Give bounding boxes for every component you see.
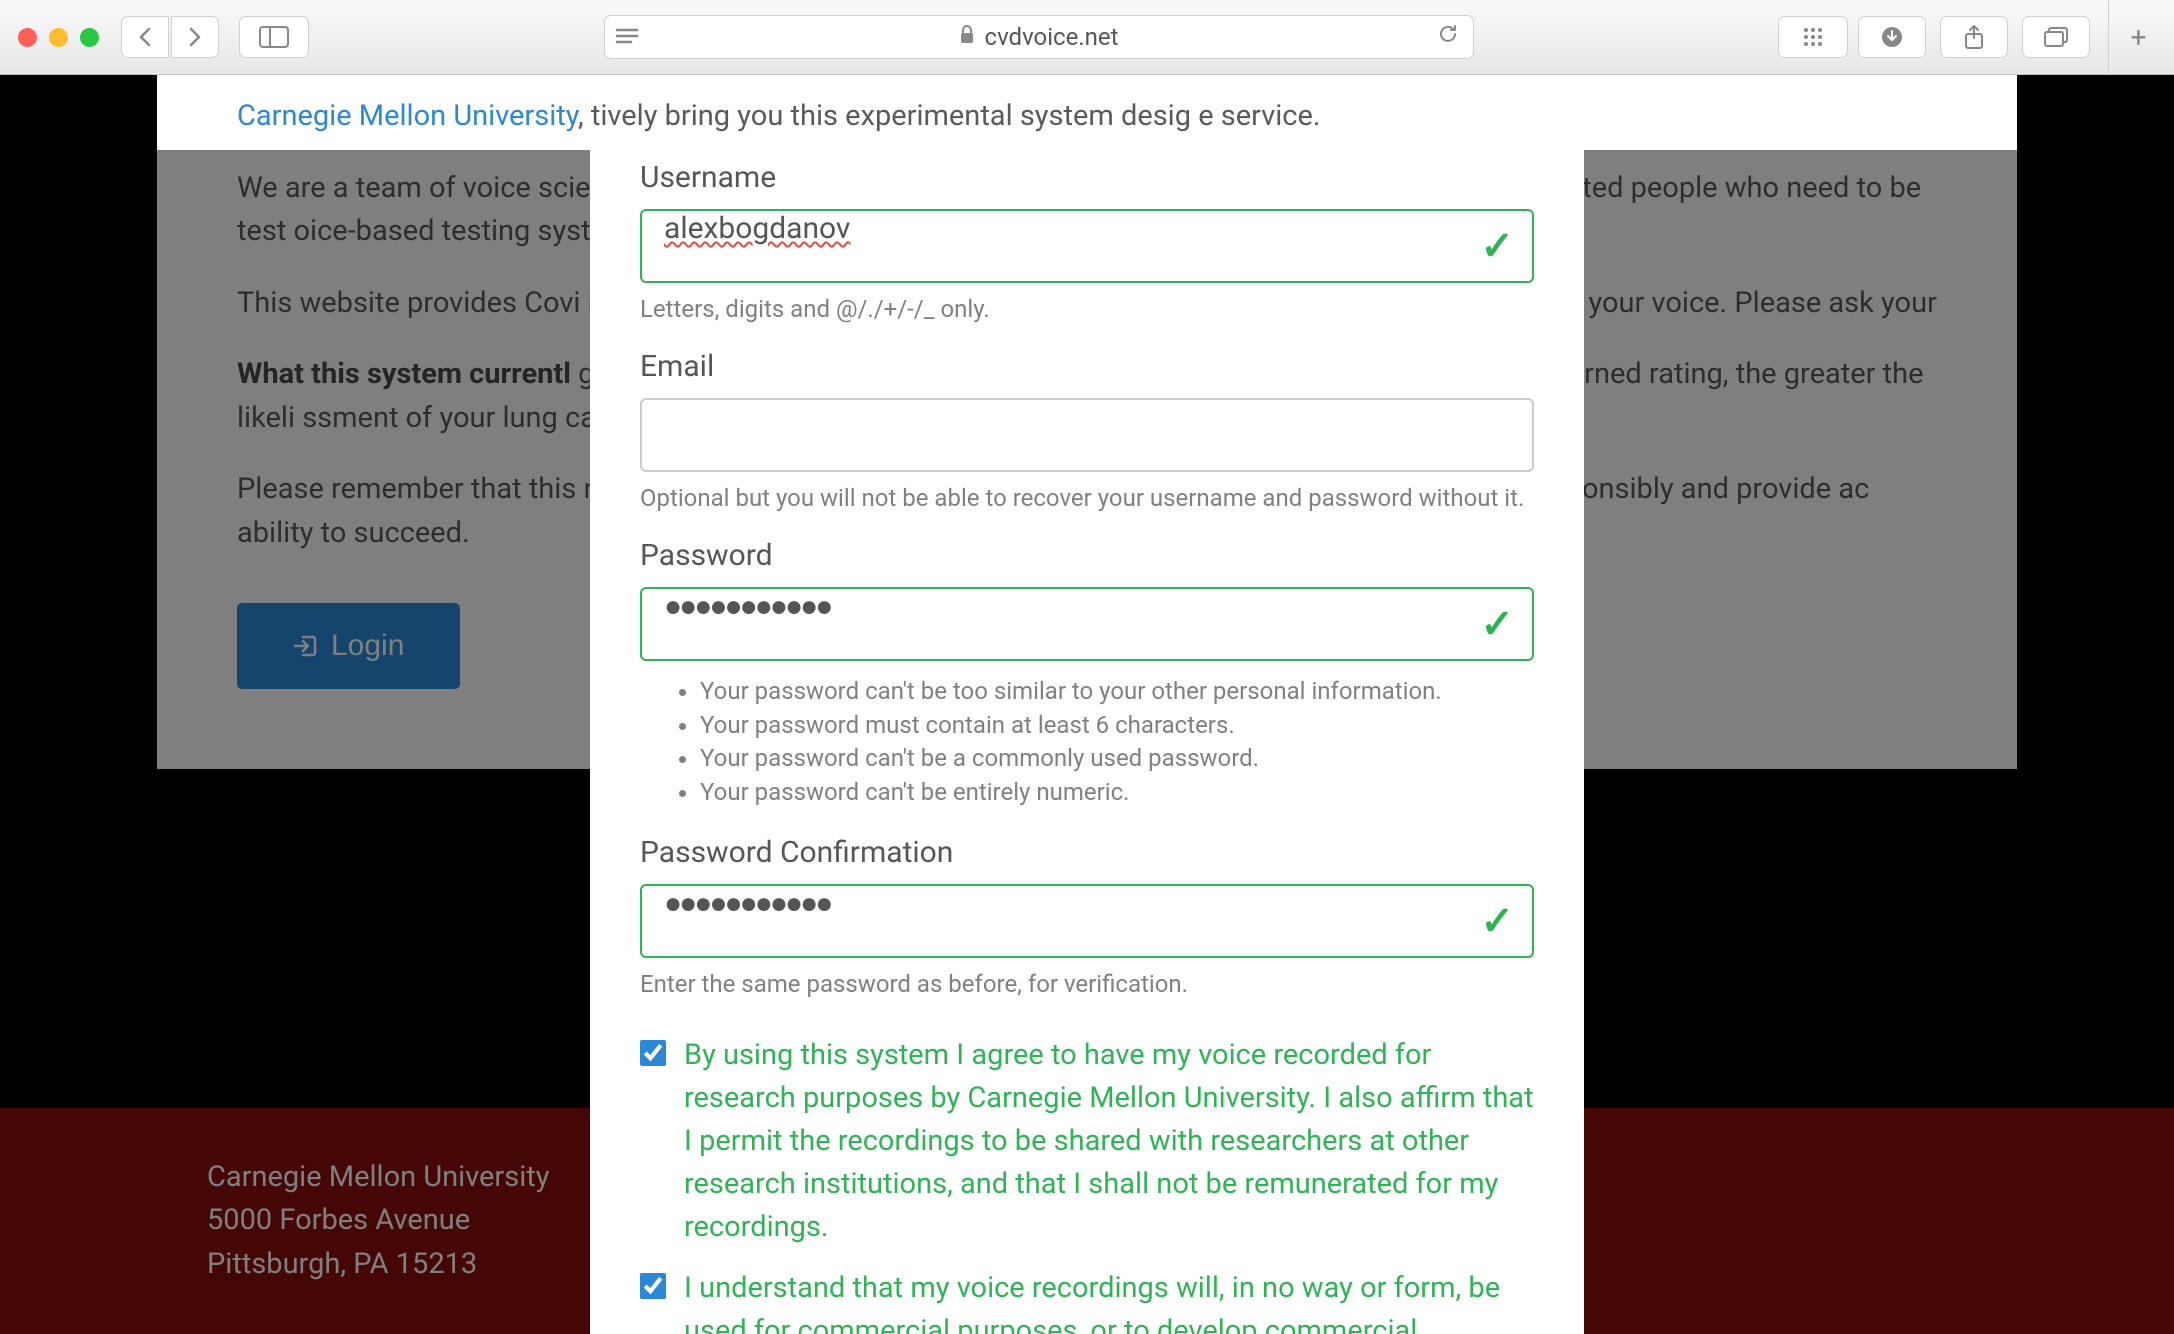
signup-modal: Username alexbogdanov ✓ Letters, digits … <box>590 150 1584 1334</box>
consent-checkbox-2[interactable] <box>640 1273 666 1299</box>
consent-checkbox-1[interactable] <box>640 1040 666 1066</box>
page-viewport: Carnegie Mellon University, tively bring… <box>0 75 2174 1334</box>
password-confirm-label: Password Confirmation <box>640 835 1534 870</box>
address-bar[interactable]: cvdvoice.net <box>604 15 1474 59</box>
email-help: Optional but you will not be able to rec… <box>640 484 1534 512</box>
right-toolbar-group <box>1858 16 2090 58</box>
modal-overlay[interactable]: Username alexbogdanov ✓ Letters, digits … <box>0 150 2174 1334</box>
top-sites-button[interactable] <box>1778 16 1848 58</box>
password-label: Password <box>640 538 1534 573</box>
reload-button[interactable] <box>1437 23 1459 51</box>
grid-icon <box>1802 26 1824 48</box>
consent-text-2: I understand that my voice recordings wi… <box>684 1267 1534 1334</box>
sidebar-toggle-button[interactable] <box>239 16 309 58</box>
password-confirm-input[interactable]: ●●●●●●●●●●● <box>640 884 1534 958</box>
username-input[interactable]: alexbogdanov <box>640 209 1534 283</box>
tabs-button[interactable] <box>2022 16 2090 58</box>
consent-text-1: By using this system I agree to have my … <box>684 1034 1534 1249</box>
reader-menu-icon[interactable] <box>615 23 639 51</box>
username-help: Letters, digits and @/./+/-/_ only. <box>640 295 1534 323</box>
nav-group <box>121 16 219 58</box>
share-icon <box>1963 24 1985 50</box>
sidebar-icon <box>259 26 289 48</box>
window-controls <box>18 28 99 47</box>
password-rule: Your password can't be a commonly used p… <box>700 742 1534 776</box>
password-input[interactable]: ●●●●●●●●●●● <box>640 587 1534 661</box>
intro-paragraph-1: Carnegie Mellon University, tively bring… <box>237 95 1937 139</box>
email-label: Email <box>640 349 1534 384</box>
email-input[interactable] <box>640 398 1534 472</box>
minimize-window-button[interactable] <box>49 28 68 47</box>
share-button[interactable] <box>1940 16 2008 58</box>
password-rules: Your password can't be too similar to yo… <box>700 675 1534 809</box>
forward-button[interactable] <box>171 16 219 58</box>
valid-check-icon: ✓ <box>1480 223 1514 270</box>
maximize-window-button[interactable] <box>80 28 99 47</box>
close-window-button[interactable] <box>18 28 37 47</box>
url-host: cvdvoice.net <box>985 23 1119 51</box>
chevron-left-icon <box>138 27 152 47</box>
cmu-link[interactable]: Carnegie Mellon University <box>237 99 578 133</box>
download-icon <box>1880 25 1904 49</box>
new-tab-button[interactable]: + <box>2108 0 2156 74</box>
back-button[interactable] <box>121 16 169 58</box>
valid-check-icon: ✓ <box>1480 898 1514 945</box>
password-rule: Your password must contain at least 6 ch… <box>700 709 1534 743</box>
password-rule: Your password can't be too similar to yo… <box>700 675 1534 709</box>
password-rule: Your password can't be entirely numeric. <box>700 776 1534 810</box>
lock-icon <box>959 25 975 50</box>
downloads-button[interactable] <box>1858 16 1926 58</box>
chevron-right-icon <box>188 27 202 47</box>
password-confirm-help: Enter the same password as before, for v… <box>640 970 1534 998</box>
tabs-icon <box>2043 26 2069 48</box>
browser-toolbar: cvdvoice.net + <box>0 0 2174 75</box>
username-label: Username <box>640 160 1534 195</box>
valid-check-icon: ✓ <box>1480 601 1514 648</box>
